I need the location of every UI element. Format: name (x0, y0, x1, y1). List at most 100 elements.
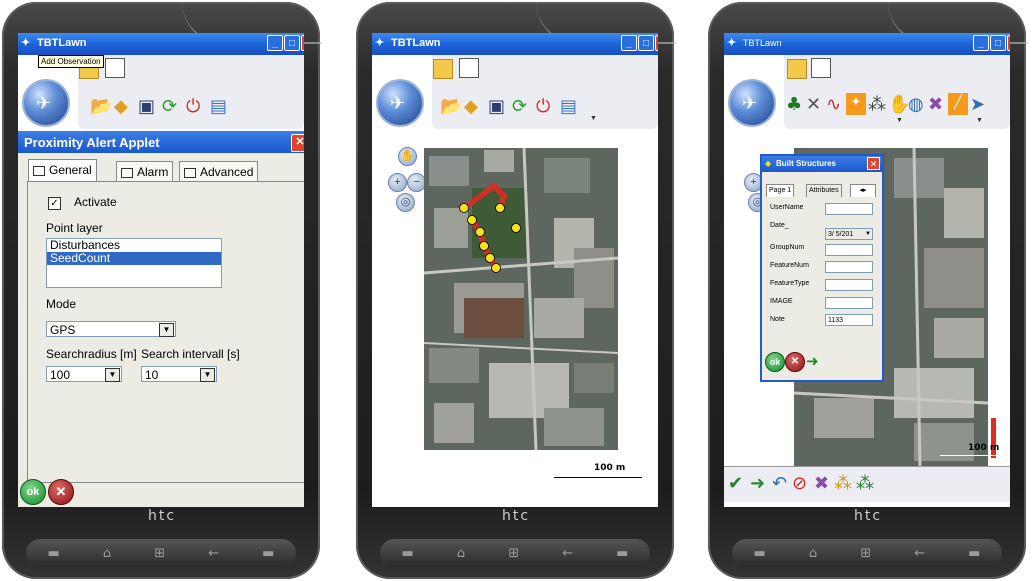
windows-icon[interactable]: ⊞ (508, 546, 519, 561)
windows-icon[interactable]: ⊞ (860, 546, 871, 561)
add-observation-icon[interactable] (459, 58, 479, 78)
maximize-button[interactable]: □ (990, 35, 1006, 51)
globe-icon[interactable]: ◍ (908, 95, 924, 115)
back-icon[interactable]: ← (562, 546, 573, 561)
observation-point[interactable] (485, 253, 495, 263)
list-item-selected[interactable]: SeedCount (47, 252, 221, 265)
observation-point[interactable] (495, 203, 505, 213)
observation-point[interactable] (511, 223, 521, 233)
featurenum-field[interactable] (825, 261, 873, 273)
vertices-icon[interactable]: ⁂ (868, 95, 886, 115)
tab-general[interactable]: General (28, 159, 97, 181)
refresh-icon[interactable]: ⟳ (512, 97, 527, 117)
activate-checkbox[interactable]: ✓ (48, 197, 61, 210)
observation-point[interactable] (479, 241, 489, 251)
close-button[interactable] (1007, 35, 1010, 51)
cancel-button[interactable]: ✕ (48, 479, 74, 505)
dialog-close-button[interactable]: ✕ (291, 134, 304, 152)
menu-arrow-icon[interactable]: ▼ (976, 117, 983, 124)
minimize-button[interactable]: _ (267, 35, 283, 51)
call-icon[interactable]: ▬ (48, 546, 60, 561)
cancel-edit-icon[interactable]: ⊘ (792, 474, 807, 494)
split-icon[interactable]: ⁂ (856, 474, 874, 494)
cancel-button[interactable]: ✕ (785, 352, 805, 372)
end-call-icon[interactable]: ▬ (968, 546, 980, 561)
end-call-icon[interactable]: ▬ (262, 546, 274, 561)
refresh-icon[interactable]: ⟳ (162, 97, 177, 117)
line-icon[interactable]: ∿ (826, 95, 841, 115)
point-layer-list[interactable]: Disturbances SeedCount (46, 238, 222, 288)
tab-attributes[interactable]: Attributes (806, 184, 842, 197)
menu-arrow-icon[interactable]: ▼ (896, 117, 903, 124)
full-extent-icon[interactable]: ◎ (396, 193, 415, 212)
satellite-globe-button[interactable]: ✈ (728, 79, 776, 127)
home-icon[interactable]: ⌂ (103, 546, 111, 561)
observation-point[interactable] (491, 263, 501, 273)
select-point-icon[interactable]: ✦ (846, 93, 866, 115)
tab-scroll-arrows[interactable]: ◂▸ (850, 184, 876, 197)
checkmark-icon[interactable]: ✔ (728, 474, 743, 494)
mode-select[interactable]: GPS ▼ (46, 321, 176, 337)
username-field[interactable] (825, 203, 873, 215)
call-icon[interactable]: ▬ (402, 546, 414, 561)
open-folder-icon[interactable]: 📂 (440, 97, 462, 117)
pencil-icon[interactable]: ╱ (948, 93, 968, 115)
observation-point[interactable] (475, 227, 485, 237)
power-icon[interactable]: ⏻ (186, 97, 200, 117)
save-icon[interactable]: ▣ (138, 97, 155, 117)
tree-icon[interactable]: ♣ (786, 95, 802, 115)
tab-page-1[interactable]: Page 1 (766, 184, 795, 197)
power-icon[interactable]: ⏻ (536, 97, 550, 117)
call-icon[interactable]: ▬ (754, 546, 766, 561)
layers-icon[interactable]: ◆ (464, 97, 478, 117)
delete-icon[interactable]: ✖ (928, 95, 943, 115)
back-icon[interactable]: ← (208, 546, 219, 561)
satellite-globe-button[interactable]: ✈ (376, 79, 424, 127)
searchinterval-select[interactable]: 10 ▼ (141, 366, 217, 382)
delete-icon[interactable]: ✖ (814, 474, 829, 494)
featuretype-field[interactable] (825, 279, 873, 291)
export-icon[interactable]: ➜ (806, 351, 819, 371)
ok-button[interactable]: ok (20, 479, 46, 505)
tab-alarm[interactable]: Alarm (116, 161, 174, 181)
back-icon[interactable]: ← (914, 546, 925, 561)
note-field[interactable]: 1133 (825, 314, 873, 326)
table-icon[interactable]: ▤ (560, 97, 577, 117)
table-icon[interactable]: ▤ (210, 97, 227, 117)
close-button[interactable] (301, 35, 304, 51)
observation-point[interactable] (459, 203, 469, 213)
home-icon[interactable]: ⌂ (809, 546, 817, 561)
searchradius-select[interactable]: 100 ▼ (46, 366, 122, 382)
tools-icon[interactable]: ✕ (806, 95, 821, 115)
windows-icon[interactable]: ⊞ (154, 546, 165, 561)
layers-icon[interactable]: ◆ (114, 97, 128, 117)
minimize-button[interactable]: _ (973, 35, 989, 51)
tab-advanced[interactable]: Advanced (179, 161, 259, 181)
folder-icon[interactable] (787, 59, 807, 79)
open-folder-icon[interactable]: 📂 (90, 97, 112, 117)
zoom-in-icon[interactable]: + (388, 173, 407, 192)
aerial-map[interactable] (424, 148, 618, 450)
next-arrow-icon[interactable]: ➜ (750, 474, 765, 494)
date-field[interactable]: 3/ 5/201 ▼ (825, 228, 873, 240)
pan-hand-icon[interactable]: ✋ (398, 147, 417, 166)
vertices-icon[interactable]: ⁂ (834, 474, 852, 494)
add-observation-icon[interactable] (105, 58, 125, 78)
ok-button[interactable]: ok (765, 352, 785, 372)
add-observation-icon[interactable] (811, 58, 831, 78)
minimize-button[interactable]: _ (621, 35, 637, 51)
undo-icon[interactable]: ↶ (772, 474, 787, 494)
folder-icon[interactable] (433, 59, 453, 79)
image-field[interactable] (825, 297, 873, 309)
end-call-icon[interactable]: ▬ (616, 546, 628, 561)
home-icon[interactable]: ⌂ (457, 546, 465, 561)
form-close-button[interactable]: ✕ (867, 157, 880, 170)
pointer-icon[interactable]: ➤ (970, 95, 985, 115)
maximize-button[interactable]: □ (284, 35, 300, 51)
groupnum-field[interactable] (825, 244, 873, 256)
maximize-button[interactable]: □ (638, 35, 654, 51)
menu-arrow-icon[interactable]: ▼ (590, 115, 597, 122)
observation-point[interactable] (467, 215, 477, 225)
satellite-globe-button[interactable]: ✈ (22, 79, 70, 127)
close-button[interactable] (655, 35, 658, 51)
